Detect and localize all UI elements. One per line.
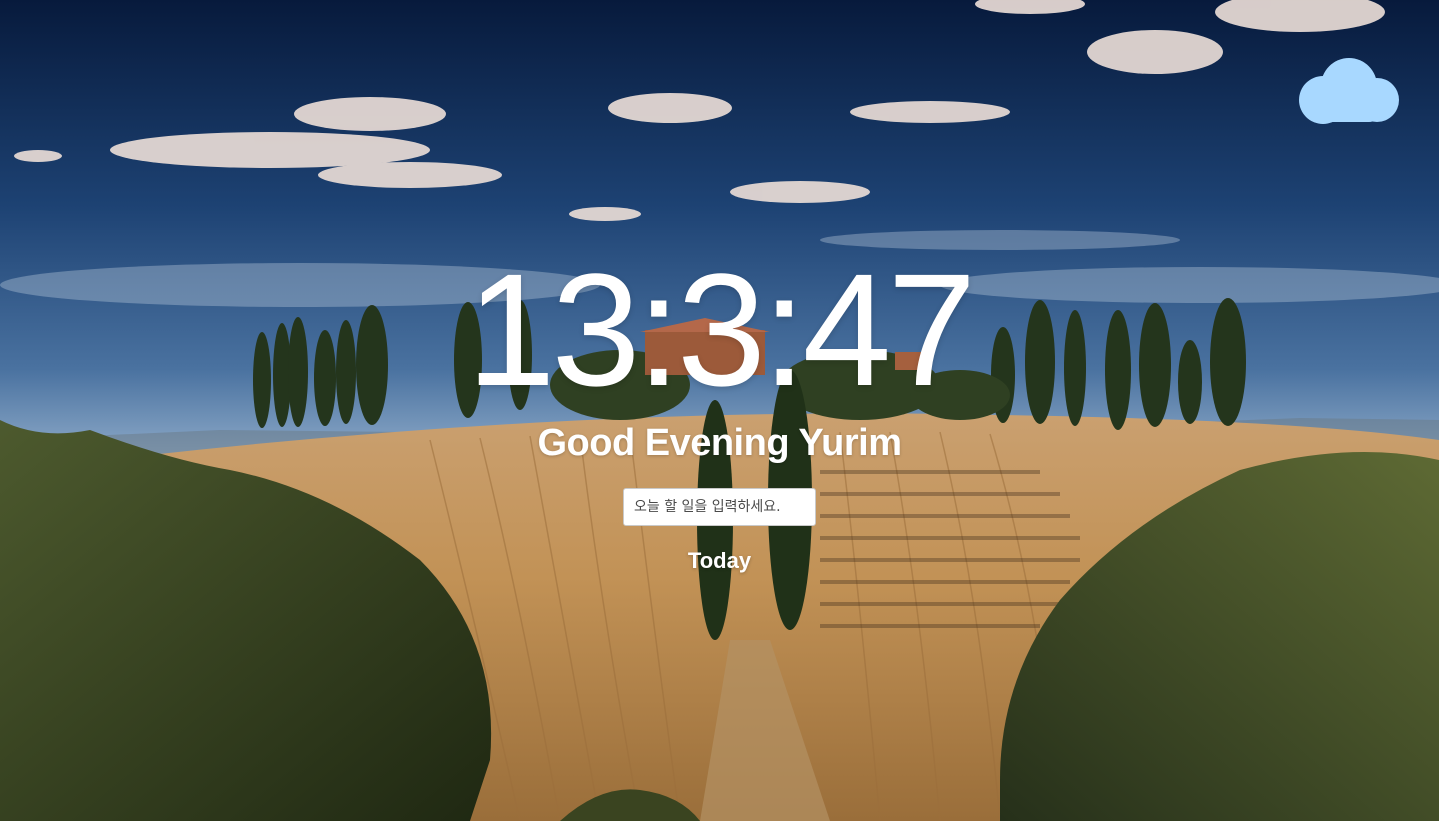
greeting: Good Evening Yurim (537, 422, 902, 464)
todo-form (623, 488, 816, 526)
todo-input[interactable] (623, 488, 816, 526)
clock: 13:3:47 (466, 240, 977, 419)
cloud-icon (1299, 58, 1399, 124)
today-list-title: Today (687, 548, 752, 573)
